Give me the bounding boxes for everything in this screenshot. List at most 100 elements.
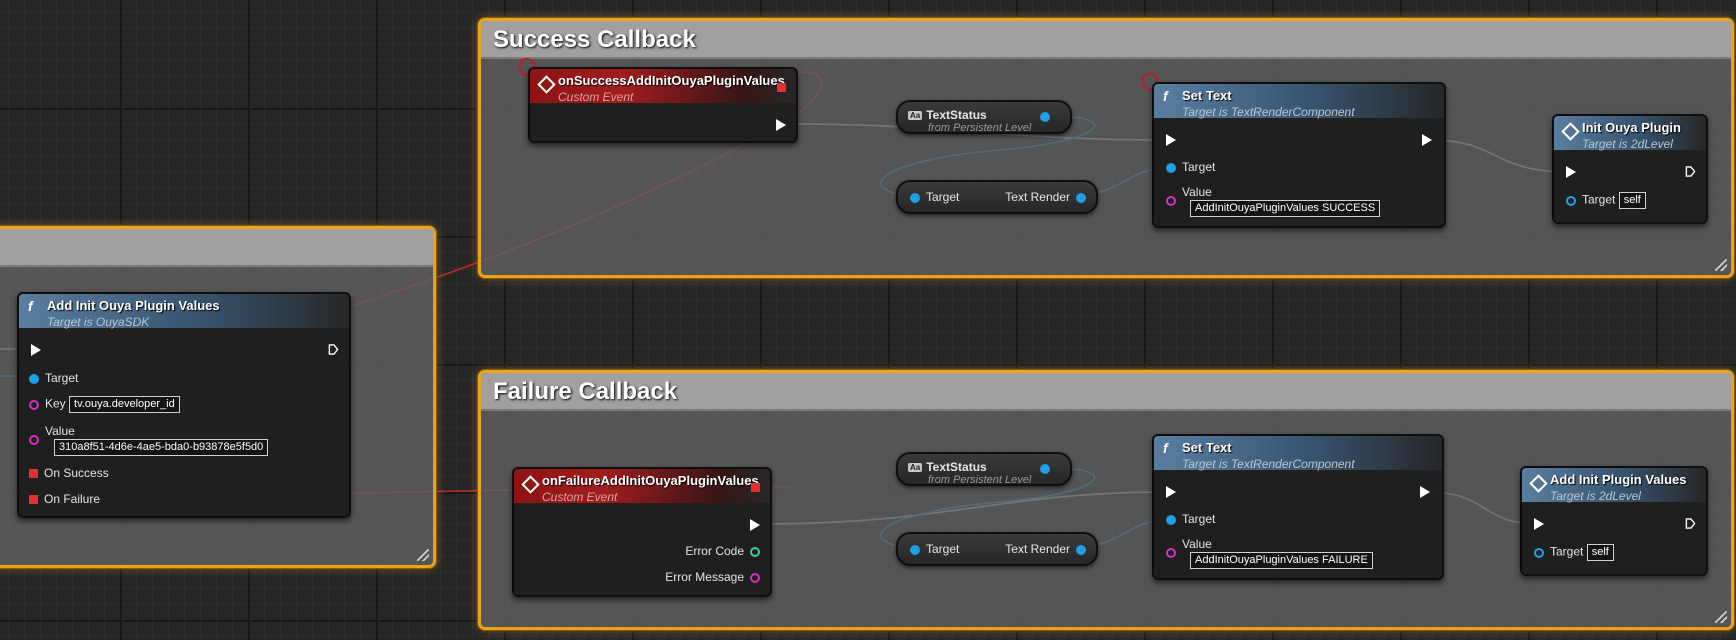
target-pin[interactable]: Target xyxy=(1166,160,1215,174)
comment-title-failure[interactable]: Failure Callback xyxy=(481,373,1731,411)
add-init-plugin-values-node[interactable]: Add Init Plugin Values Target is 2dLevel… xyxy=(1520,466,1708,576)
init-ouya-plugin-node[interactable]: Init Ouya Plugin Target is 2dLevel Targe… xyxy=(1552,114,1708,224)
failure-set-text-node[interactable]: f Set Text Target is TextRenderComponent… xyxy=(1152,434,1444,580)
pin-label: Target xyxy=(926,190,960,204)
resize-handle[interactable] xyxy=(1715,611,1727,623)
pin-label: Target xyxy=(1582,192,1616,207)
text-render-getter-node[interactable]: Target Text Render xyxy=(896,180,1098,214)
exec-in-pin[interactable] xyxy=(1166,486,1176,498)
object-pin-icon xyxy=(1534,547,1544,558)
node-title: Add Init Ouya Plugin Values xyxy=(47,298,220,313)
variable-name: TextStatus xyxy=(926,460,987,474)
function-icon: f xyxy=(28,298,33,314)
target-self-value[interactable]: self xyxy=(1618,192,1646,209)
node-subtitle: Target is 2dLevel xyxy=(1550,489,1641,503)
text-render-getter-node[interactable]: Target Text Render xyxy=(896,532,1098,566)
resize-handle[interactable] xyxy=(1715,259,1727,271)
delegate-pin-icon xyxy=(29,469,38,479)
value-pin[interactable]: Value xyxy=(1166,185,1212,206)
object-pin-icon xyxy=(1566,195,1576,206)
pin-label: On Failure xyxy=(44,492,101,506)
error-message-pin[interactable]: Error Message xyxy=(665,570,760,584)
success-custom-event-node[interactable]: onSuccessAddInitOuyaPluginValues Custom … xyxy=(528,67,798,143)
object-out-pin[interactable] xyxy=(1040,112,1050,122)
variable-source: from Persistent Level xyxy=(928,122,1032,134)
value-input[interactable]: 310a8f51-4d6e-4ae5-bda0-b93878e5f5d0 xyxy=(54,439,269,456)
pin-label: Target xyxy=(926,542,960,556)
target-pin[interactable]: Target xyxy=(1166,512,1215,526)
exec-out-pin[interactable] xyxy=(328,344,339,355)
textstatus-variable-node[interactable]: Aa TextStatus from Persistent Level xyxy=(896,100,1072,134)
success-set-text-node[interactable]: f Set Text Target is TextRenderComponent… xyxy=(1152,82,1446,228)
node-title: Add Init Plugin Values xyxy=(1550,472,1687,487)
event-icon xyxy=(521,475,540,494)
string-pin-icon xyxy=(29,434,39,445)
error-code-pin[interactable]: Error Code xyxy=(685,544,760,558)
on-failure-pin[interactable]: On Failure xyxy=(29,492,100,506)
pin-label: Target xyxy=(1182,512,1216,526)
node-title: Set Text xyxy=(1182,88,1232,103)
exec-out-pin[interactable] xyxy=(1685,518,1696,529)
failure-custom-event-node[interactable]: onFailureAddInitOuyaPluginValues Custom … xyxy=(512,467,772,597)
delegate-out-pin[interactable] xyxy=(777,83,786,92)
key-input[interactable]: tv.ouya.developer_id xyxy=(69,396,180,413)
exec-in-pin[interactable] xyxy=(1566,166,1576,178)
object-pin-icon xyxy=(29,373,39,384)
delegate-out-pin[interactable] xyxy=(751,483,760,492)
value-pin[interactable]: Value xyxy=(29,424,75,445)
target-pin[interactable]: Target xyxy=(29,371,78,385)
pin-label: Target xyxy=(1550,544,1584,559)
comment-title-success[interactable]: Success Callback xyxy=(481,21,1731,59)
node-subtitle: Target is TextRenderComponent xyxy=(1182,457,1355,471)
object-in-pin[interactable] xyxy=(910,544,920,555)
exec-out-pin[interactable] xyxy=(1685,166,1696,177)
object-out-pin[interactable] xyxy=(1076,544,1086,555)
target-pin[interactable]: Target self xyxy=(1534,544,1614,561)
pin-label: Text Render xyxy=(1005,542,1070,556)
key-pin[interactable]: Key tv.ouya.developer_id xyxy=(29,396,180,413)
exec-in-pin[interactable] xyxy=(1166,134,1176,146)
node-subtitle: Custom Event xyxy=(542,490,618,504)
pin-label: Error Code xyxy=(685,544,744,558)
pin-label: On Success xyxy=(44,466,109,480)
string-pin-icon xyxy=(1166,547,1176,558)
pin-label: Key xyxy=(45,396,66,411)
function-icon: f xyxy=(1163,88,1168,104)
node-title: onSuccessAddInitOuyaPluginValues xyxy=(558,73,785,88)
string-pin-icon xyxy=(750,572,760,583)
node-title: Init Ouya Plugin xyxy=(1582,120,1681,135)
text-render-badge-icon: Aa xyxy=(908,111,923,121)
exec-out-pin[interactable] xyxy=(1420,486,1430,498)
pin-label: Value xyxy=(1182,537,1212,551)
target-self-value[interactable]: self xyxy=(1586,544,1614,561)
add-init-ouya-plugin-values-node[interactable]: f Add Init Ouya Plugin Values Target is … xyxy=(17,292,351,518)
node-subtitle: Target is 2dLevel xyxy=(1582,137,1673,151)
target-pin[interactable]: Target self xyxy=(1566,192,1646,209)
node-title: onFailureAddInitOuyaPluginValues xyxy=(542,473,759,488)
variable-name: TextStatus xyxy=(926,108,987,122)
exec-in-pin[interactable] xyxy=(31,344,41,356)
variable-source: from Persistent Level xyxy=(928,474,1032,486)
exec-out-pin[interactable] xyxy=(776,119,786,131)
object-in-pin[interactable] xyxy=(910,192,920,203)
pin-label: Text Render xyxy=(1005,190,1070,204)
exec-in-pin[interactable] xyxy=(1534,518,1544,530)
text-render-badge-icon: Aa xyxy=(908,463,923,473)
node-subtitle: Target is OuyaSDK xyxy=(47,315,150,329)
value-input[interactable]: AddInitOuyaPluginValues SUCCESS xyxy=(1190,200,1381,217)
resize-handle[interactable] xyxy=(417,549,429,561)
value-input[interactable]: AddInitOuyaPluginValues FAILURE xyxy=(1190,552,1373,569)
string-pin-icon xyxy=(1166,195,1176,206)
exec-out-pin[interactable] xyxy=(750,519,760,531)
object-out-pin[interactable] xyxy=(1076,192,1086,203)
comment-box-success[interactable]: Success Callback xyxy=(478,18,1734,278)
textstatus-variable-node[interactable]: Aa TextStatus from Persistent Level xyxy=(896,452,1072,486)
event-icon xyxy=(537,75,556,94)
object-out-pin[interactable] xyxy=(1040,464,1050,474)
exec-out-pin[interactable] xyxy=(1422,134,1432,146)
on-success-pin[interactable]: On Success xyxy=(29,466,109,480)
value-pin[interactable]: Value xyxy=(1166,537,1212,558)
comment-title-bar[interactable] xyxy=(0,229,433,267)
delegate-pin-icon xyxy=(29,495,38,505)
pin-label: Target xyxy=(45,371,79,385)
